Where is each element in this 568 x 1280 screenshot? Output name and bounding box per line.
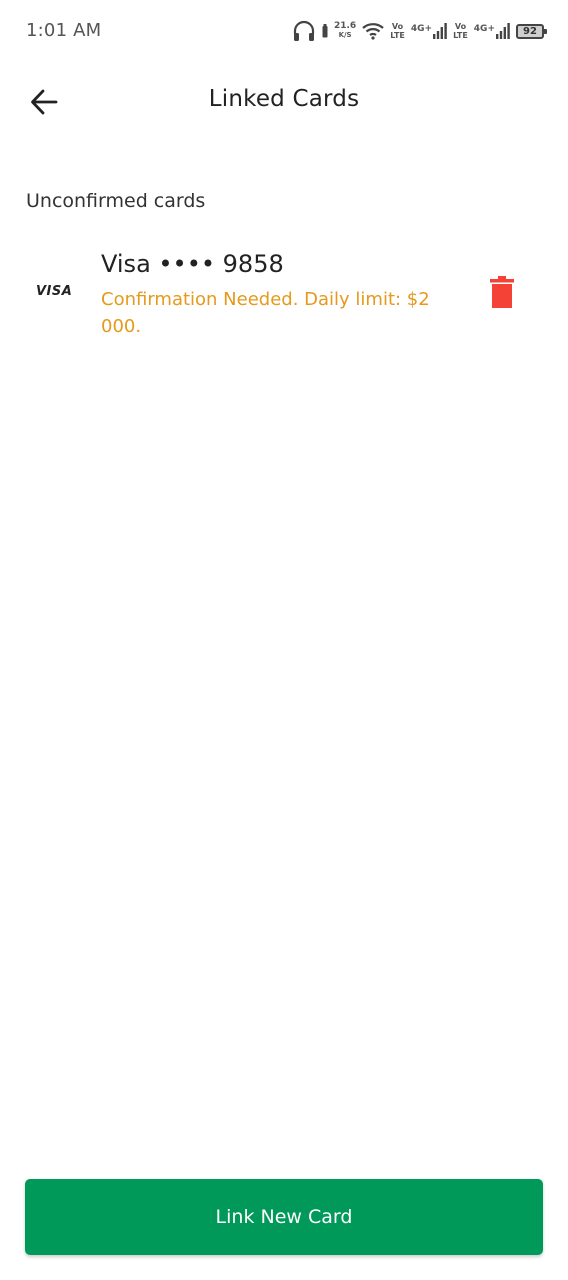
sim2-signal: 4G+ (474, 23, 510, 39)
link-new-card-button[interactable]: Link New Card (25, 1179, 543, 1255)
sim1-volte-top: Vo (391, 22, 404, 31)
status-bar: 1:01 AM 21.6 K/S Vo LTE 4G+ Vo LTE 4G+ 9… (0, 0, 568, 62)
sim2-volte-bottom: LTE (453, 31, 468, 40)
status-icons: 21.6 K/S Vo LTE 4G+ Vo LTE 4G+ 92 (292, 18, 547, 44)
section-heading-unconfirmed: Unconfirmed cards (26, 190, 206, 212)
sim2-network-type: 4G+ (473, 24, 495, 34)
signal-bars-icon (496, 23, 510, 39)
card-status-text: Confirmation Needed. Daily limit: $2 000… (101, 289, 430, 337)
network-speed-unit: K/S (338, 31, 352, 39)
sim2-volte-top: Vo (454, 22, 467, 31)
sim1-network-type: 4G+ (410, 24, 433, 34)
network-speed: 21.6 K/S (334, 22, 356, 40)
network-speed-value: 21.6 (333, 21, 357, 31)
battery-level: 92 (523, 25, 537, 37)
card-list-item[interactable]: VISA Visa •••• 9858 Confirmation Needed.… (0, 244, 568, 344)
wifi-icon (362, 22, 384, 40)
visa-logo: VISA (36, 284, 73, 299)
card-number: Visa •••• 9858 (101, 250, 284, 278)
battery-icon: 92 (516, 23, 547, 39)
delete-card-button[interactable] (480, 270, 524, 314)
linked-cards-screen: 1:01 AM 21.6 K/S Vo LTE 4G+ Vo LTE 4G+ 9… (0, 0, 568, 1280)
trash-icon (490, 276, 514, 308)
sim2-volte: Vo LTE (453, 22, 468, 40)
app-bar: Linked Cards (0, 62, 568, 142)
sim1-volte-bottom: LTE (390, 31, 405, 40)
battery-small-icon (322, 24, 328, 38)
sim1-volte: Vo LTE (390, 22, 405, 40)
status-time: 1:01 AM (26, 20, 102, 41)
signal-bars-icon (433, 23, 447, 39)
headphones-icon (292, 20, 316, 42)
page-title: Linked Cards (208, 86, 360, 112)
sim1-signal: 4G+ (411, 23, 447, 39)
